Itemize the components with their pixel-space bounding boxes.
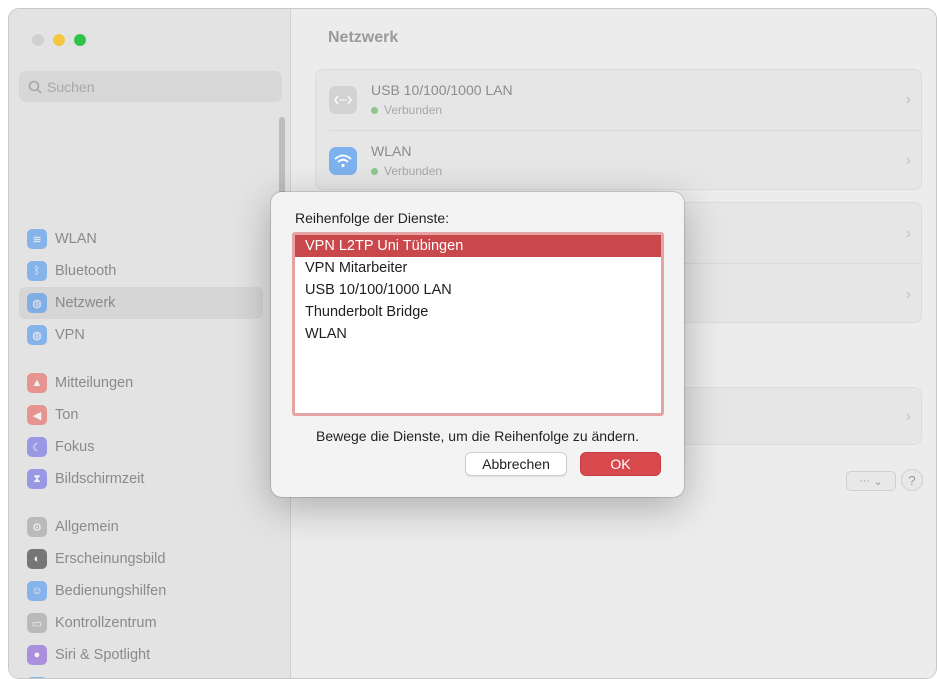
list-item[interactable]: USB 10/100/1000 LAN xyxy=(295,279,661,301)
vpn-globe-icon: ◍ xyxy=(27,325,47,345)
more-label: ··· xyxy=(859,475,871,487)
service-order-list[interactable]: VPN L2TP Uni Tübingen VPN Mitarbeiter US… xyxy=(292,232,664,416)
sidebar-item-netzwerk[interactable]: ◍ Netzwerk xyxy=(19,287,263,319)
sidebar-item-label: Kontrollzentrum xyxy=(55,615,157,631)
ethernet-icon xyxy=(329,86,357,114)
service-name: WLAN xyxy=(371,143,412,159)
sidebar-item-kontrollzentrum[interactable]: ▭ Kontrollzentrum xyxy=(19,607,263,639)
help-button[interactable]: ? xyxy=(901,469,923,491)
gear-icon: ⚙ xyxy=(27,517,47,537)
wifi-icon: ≋ xyxy=(27,229,47,249)
chevron-right-icon: › xyxy=(905,91,911,108)
close-button[interactable] xyxy=(32,34,44,46)
sidebar-item-bedienungshilfen[interactable]: ☺ Bedienungshilfen xyxy=(19,575,263,607)
list-item[interactable]: VPN L2TP Uni Tübingen xyxy=(295,235,661,257)
sidebar-item-bluetooth[interactable]: ᛒ Bluetooth xyxy=(19,255,263,287)
service-name: USB 10/100/1000 LAN xyxy=(371,82,513,98)
bluetooth-icon: ᛒ xyxy=(27,261,47,281)
sidebar-item-label: Netzwerk xyxy=(55,295,116,311)
sidebar: Suchen ≋ WLAN ᛒ Bluetooth ◍ Netzwerk ◍ VPN ▲ Mitt… xyxy=(9,9,291,678)
status-dot-icon xyxy=(371,106,378,114)
status-text: Verbunden xyxy=(384,164,443,178)
search-field[interactable]: Suchen xyxy=(19,71,282,102)
list-item[interactable]: VPN Mitarbeiter xyxy=(295,257,661,279)
bell-icon: ▲ xyxy=(27,373,47,393)
chevron-right-icon: › xyxy=(905,286,911,303)
sidebar-item-mitteilungen[interactable]: ▲ Mitteilungen xyxy=(19,367,263,399)
sidebar-item-label: VPN xyxy=(55,327,85,343)
accessibility-icon: ☺ xyxy=(27,581,47,601)
cancel-button[interactable]: Abbrechen xyxy=(465,452,567,476)
sidebar-item-fokus[interactable]: ☾ Fokus xyxy=(19,431,263,463)
search-icon xyxy=(28,80,42,94)
sidebar-item-label: Siri & Spotlight xyxy=(55,647,151,663)
sidebar-item-label: Allgemein xyxy=(55,519,119,535)
search-placeholder: Suchen xyxy=(47,78,95,95)
ok-button[interactable]: OK xyxy=(580,452,661,476)
sidebar-item-siri-spotlight[interactable]: ● Siri & Spotlight xyxy=(19,639,263,671)
sidebar-item-label: Ton xyxy=(55,407,79,423)
page-title: Netzwerk xyxy=(328,29,399,46)
sidebar-item-label: Bedienungshilfen xyxy=(55,583,167,599)
chevron-right-icon: › xyxy=(905,152,911,169)
dialog-hint: Bewege die Dienste, um die Reihenfolge z… xyxy=(316,428,639,444)
sidebar-item-ton[interactable]: ◀ Ton xyxy=(19,399,263,431)
sidebar-item-wlan[interactable]: ≋ WLAN xyxy=(19,223,263,255)
sidebar-item-datenschutz-sicherheit[interactable]: ✋Datenschutz & Sicherheit xyxy=(19,671,263,678)
service-row-wlan[interactable]: WLAN Verbunden › xyxy=(316,131,921,191)
services-card: USB 10/100/1000 LAN Verbunden › WLAN Ver… xyxy=(315,69,922,190)
toggles-icon: ▭ xyxy=(27,613,47,633)
wifi-icon xyxy=(329,147,357,175)
service-status: Verbunden xyxy=(371,103,442,117)
service-row-usb-lan[interactable]: USB 10/100/1000 LAN Verbunden › xyxy=(316,70,921,130)
chevron-right-icon: › xyxy=(905,408,911,425)
chevron-right-icon: › xyxy=(905,225,911,242)
list-item[interactable]: Thunderbolt Bridge xyxy=(295,301,661,323)
sidebar-item-bildschirmzeit[interactable]: ⧗ Bildschirmzeit xyxy=(19,463,263,495)
sidebar-item-label: Bildschirmzeit xyxy=(55,471,145,487)
sidebar-item-erscheinungsbild[interactable]: ◐ Erscheinungsbild xyxy=(19,543,263,575)
speaker-icon: ◀ xyxy=(27,405,47,425)
status-dot-icon xyxy=(371,167,378,175)
hourglass-icon: ⧗ xyxy=(27,469,47,489)
globe-icon: ◍ xyxy=(27,293,47,313)
zoom-button[interactable] xyxy=(74,34,86,46)
sidebar-item-label: Mitteilungen xyxy=(55,375,134,391)
sidebar-item-vpn[interactable]: ◍ VPN xyxy=(19,319,263,351)
service-status: Verbunden xyxy=(371,164,442,178)
list-item[interactable]: WLAN xyxy=(295,323,661,345)
sidebar-item-label: Bluetooth xyxy=(55,263,117,279)
status-text: Verbunden xyxy=(384,103,443,117)
more-actions-button[interactable]: ··· ⌄ xyxy=(846,471,896,491)
moon-icon: ☾ xyxy=(27,437,47,457)
appearance-icon: ◐ xyxy=(27,549,47,569)
minimize-button[interactable] xyxy=(53,34,65,46)
sidebar-item-label: WLAN xyxy=(55,231,97,247)
sidebar-item-label: Erscheinungsbild xyxy=(55,551,166,567)
sidebar-item-allgemein[interactable]: ⚙ Allgemein xyxy=(19,511,263,543)
dialog-label: Reihenfolge der Dienste: xyxy=(295,210,450,226)
siri-icon: ● xyxy=(27,645,47,665)
service-order-dialog: Reihenfolge der Dienste: VPN L2TP Uni Tü… xyxy=(271,192,684,497)
help-label: ? xyxy=(908,472,916,488)
sidebar-item-label: Fokus xyxy=(55,439,95,455)
